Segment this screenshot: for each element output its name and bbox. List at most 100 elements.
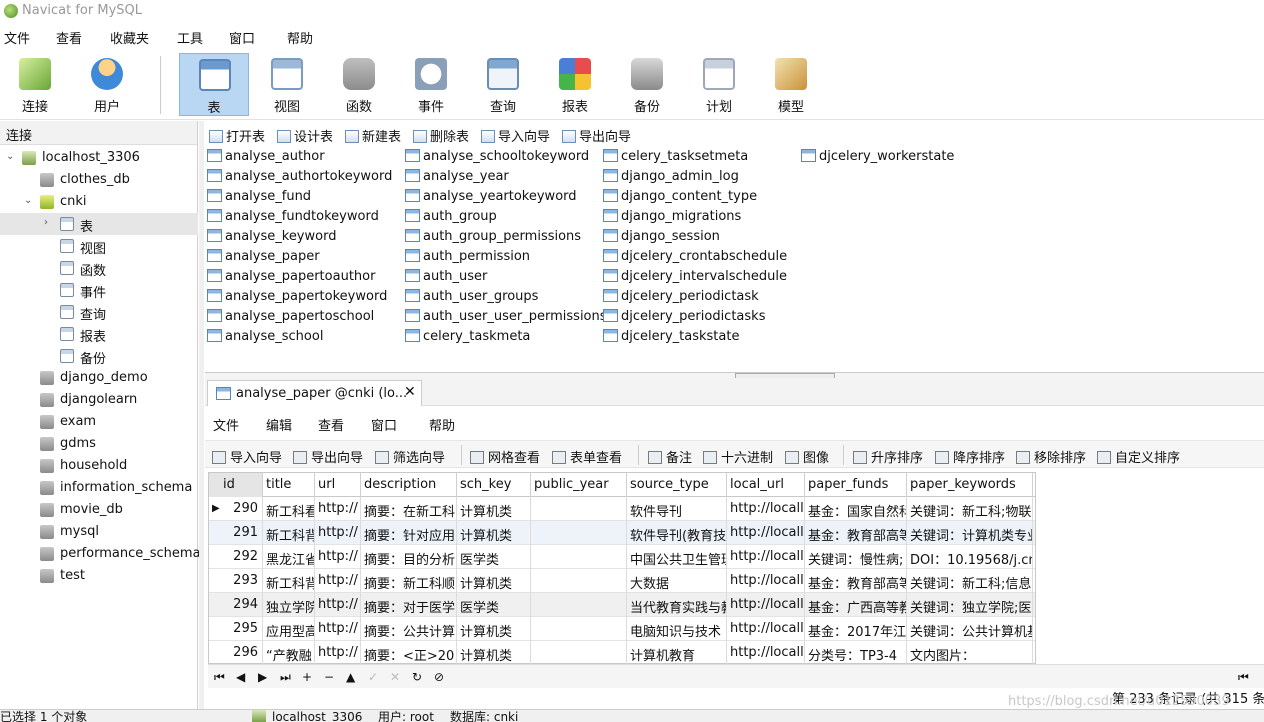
delete-record-button[interactable]: −	[324, 670, 334, 684]
cell-paper-keywords[interactable]: 关键词：新工科;信息	[907, 569, 1033, 593]
cell-public-year[interactable]	[531, 545, 627, 569]
table-item[interactable]: analyse_paper	[207, 249, 320, 269]
cell-id[interactable]: 296	[209, 641, 263, 665]
inner-menu-edit[interactable]: 编辑	[266, 415, 292, 434]
cell-id[interactable]: 291	[209, 521, 263, 545]
table-item[interactable]: analyse_yeartokeyword	[405, 189, 577, 209]
memo-button[interactable]: 备注	[648, 447, 692, 466]
sidebar-item-movie_db[interactable]: movie_db	[0, 499, 198, 521]
cell-title[interactable]: 应用型高	[263, 617, 315, 641]
cell-url[interactable]: http://	[315, 497, 361, 521]
tab-analyse-paper[interactable]: analyse_paper @cnki (lo... ✕	[207, 380, 422, 406]
cell-title[interactable]: 新工科背	[263, 521, 315, 545]
table-item[interactable]: auth_group_permissions	[405, 229, 581, 249]
sidebar-item-household[interactable]: household	[0, 455, 198, 477]
cell-local-url[interactable]: http://locall	[727, 545, 805, 569]
cell-description[interactable]: 摘要：在新工科	[361, 497, 457, 521]
cell-sch-key[interactable]: 计算机类	[457, 641, 531, 665]
table-item[interactable]: auth_user_user_permissions	[405, 309, 607, 329]
cell-public-year[interactable]	[531, 521, 627, 545]
table-item[interactable]: analyse_fund	[207, 189, 311, 209]
sidebar-item-localhost_3306[interactable]: ⌄ localhost_3306	[0, 147, 198, 169]
cell-title[interactable]: “产教融	[263, 641, 315, 665]
close-icon[interactable]: ✕	[404, 384, 416, 400]
cell-id[interactable]: 294	[209, 593, 263, 617]
table-row[interactable]: 294 独立学院 http://摘要：对于医学 医学类 当代教育实践与教 http://l…	[209, 593, 1035, 617]
chevron-right-icon[interactable]: ›	[44, 217, 48, 228]
sidebar-item-performance_schema[interactable]: performance_schema	[0, 543, 201, 565]
cell-paper-funds[interactable]: 关键词：慢性病;	[805, 545, 907, 569]
sort-desc-button[interactable]: 降序排序	[935, 447, 1005, 466]
cell-paper-keywords[interactable]: 文内图片：	[907, 641, 1033, 665]
chevron-down-icon[interactable]: ⌄	[6, 151, 14, 162]
cell-title[interactable]: 独立学院	[263, 593, 315, 617]
table-item[interactable]: djcelery_taskstate	[603, 329, 739, 349]
table-item[interactable]: celery_taskmeta	[405, 329, 530, 349]
sidebar-item-djangolearn[interactable]: djangolearn	[0, 389, 198, 411]
design-table-button[interactable]: 设计表	[277, 126, 333, 145]
table-item[interactable]: celery_tasksetmeta	[603, 149, 748, 169]
cell-title[interactable]: 黑龙江省	[263, 545, 315, 569]
sidebar-item-event[interactable]: 事件	[0, 279, 198, 301]
apply-changes-button[interactable]: ✓	[368, 670, 378, 684]
cell-source-type[interactable]: 当代教育实践与教	[627, 593, 727, 617]
sidebar-item-exam[interactable]: exam	[0, 411, 198, 433]
table-item[interactable]: auth_permission	[405, 249, 530, 269]
column-header-public-year[interactable]: public_year	[531, 473, 627, 497]
cell-paper-funds[interactable]: 基金：2017年江	[805, 617, 907, 641]
table-item[interactable]: django_content_type	[603, 189, 757, 209]
table-button[interactable]: 表	[179, 53, 249, 116]
cell-description[interactable]: 摘要：<正>20	[361, 641, 457, 665]
refresh-button[interactable]: ↻	[412, 670, 422, 684]
cell-id[interactable]: 295	[209, 617, 263, 641]
cell-paper-keywords[interactable]: 关键词：公共计算机基	[907, 617, 1033, 641]
sidebar-item-django_demo[interactable]: django_demo	[0, 367, 198, 389]
table-item[interactable]: django_session	[603, 229, 720, 249]
column-header-title[interactable]: title	[263, 473, 315, 497]
prev-record-button[interactable]: ◀	[236, 670, 245, 684]
sidebar-item-mysql[interactable]: mysql	[0, 521, 198, 543]
export-wizard-button[interactable]: 导出向导	[293, 447, 363, 466]
table-row[interactable]: 296 “产教融 http://摘要：<正>20 计算机类 计算机教育 http://lo…	[209, 641, 1035, 665]
cell-paper-keywords[interactable]: 关键词：计算机类专业	[907, 521, 1033, 545]
cell-source-type[interactable]: 软件导刊(教育技	[627, 521, 727, 545]
delete-table-button[interactable]: 删除表	[413, 126, 469, 145]
sidebar-item-clothes_db[interactable]: clothes_db	[0, 169, 198, 191]
hex-button[interactable]: 十六进制	[703, 447, 773, 466]
table-row[interactable]: 293 新工科背 http://摘要：新工科顺 计算机类 大数据 http://local…	[209, 569, 1035, 593]
cell-paper-funds[interactable]: 基金：教育部高等	[805, 569, 907, 593]
table-item[interactable]: analyse_papertokeyword	[207, 289, 387, 309]
image-button[interactable]: 图像	[785, 447, 829, 466]
table-item[interactable]: analyse_schooltokeyword	[405, 149, 589, 169]
cell-url[interactable]: http://	[315, 521, 361, 545]
sidebar-item-view[interactable]: 视图	[0, 235, 198, 257]
table-item[interactable]: djcelery_intervalschedule	[603, 269, 787, 289]
export-wizard-button[interactable]: 导出向导	[562, 126, 631, 145]
table-item[interactable]: djcelery_crontabschedule	[603, 249, 787, 269]
cell-sch-key[interactable]: 计算机类	[457, 569, 531, 593]
cell-url[interactable]: http://	[315, 593, 361, 617]
column-header-paper-funds[interactable]: paper_funds	[805, 473, 907, 497]
cell-description[interactable]: 摘要：针对应用	[361, 521, 457, 545]
inner-menu-help[interactable]: 帮助	[429, 415, 455, 434]
cell-local-url[interactable]: http://locall	[727, 569, 805, 593]
cell-id[interactable]: 292	[209, 545, 263, 569]
cell-title[interactable]: 新工科看	[263, 497, 315, 521]
last-record-button[interactable]: ⏭	[280, 670, 291, 685]
table-item[interactable]: django_migrations	[603, 209, 741, 229]
cell-sch-key[interactable]: 计算机类	[457, 497, 531, 521]
table-row[interactable]: ▶ 290 新工科看 http://摘要：在新工科 计算机类 软件导刊 http://loc…	[209, 497, 1035, 521]
table-item[interactable]: djcelery_workerstate	[801, 149, 954, 169]
import-wizard-button[interactable]: 导入向导	[481, 126, 550, 145]
vertical-splitter[interactable]	[199, 121, 204, 709]
table-item[interactable]: analyse_fundtokeyword	[207, 209, 379, 229]
cell-local-url[interactable]: http://locall	[727, 593, 805, 617]
table-item[interactable]: djcelery_periodictask	[603, 289, 759, 309]
cell-public-year[interactable]	[531, 617, 627, 641]
cell-source-type[interactable]: 计算机教育	[627, 641, 727, 665]
open-table-button[interactable]: 打开表	[209, 126, 265, 145]
new-table-button[interactable]: 新建表	[345, 126, 401, 145]
table-row[interactable]: 291 新工科背 http://摘要：针对应用 计算机类 软件导刊(教育技 http://…	[209, 521, 1035, 545]
table-item[interactable]: django_admin_log	[603, 169, 739, 189]
connect-button[interactable]: 连接	[0, 53, 70, 116]
